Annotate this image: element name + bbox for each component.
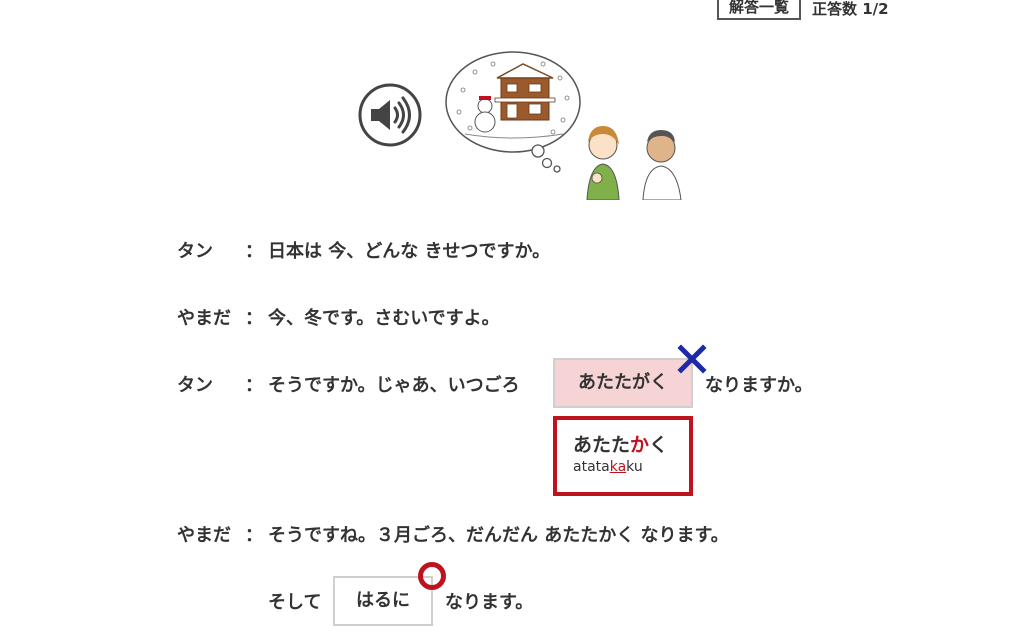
colon-separator: ： — [245, 241, 263, 262]
answer-list-button[interactable]: 解答一覧 — [717, 0, 801, 20]
score-label: 正答数 1/2 — [812, 0, 889, 18]
dialogue-text: なりますか。 — [705, 375, 813, 396]
incorrect-x-icon — [676, 343, 708, 375]
colon-separator: ： — [245, 525, 263, 546]
dialogue-text: 今、冬です。さむいですよ。 — [268, 308, 500, 329]
audio-play-button[interactable] — [357, 82, 423, 148]
dialogue-text: なります。 — [445, 592, 534, 613]
speaker-name: タン — [177, 375, 213, 396]
speaker-name: タン — [177, 241, 213, 262]
dialogue-text: そうですね。３月ごろ、だんだん あたたかく なります。 — [268, 525, 729, 546]
speaker-name: やまだ — [177, 525, 231, 546]
correct-circle-icon — [416, 560, 448, 592]
dialogue-text: 日本は 今、どんな きせつですか。 — [268, 241, 551, 262]
correction-box: あたたかく atatakaku — [553, 416, 693, 496]
colon-separator: ： — [245, 308, 263, 329]
dialogue-text: そして — [268, 592, 322, 613]
dialogue-text: そうですか。じゃあ、いつごろ — [268, 375, 520, 396]
correction-answer: あたたかく — [573, 434, 669, 456]
colon-separator: ： — [245, 375, 263, 396]
speaker-name: やまだ — [177, 308, 231, 329]
correction-romaji: atatakaku — [573, 459, 643, 475]
speaker-volume-icon — [358, 83, 422, 147]
answer-blank-incorrect[interactable]: あたたがく — [553, 358, 693, 408]
scene-illustration — [445, 50, 695, 201]
